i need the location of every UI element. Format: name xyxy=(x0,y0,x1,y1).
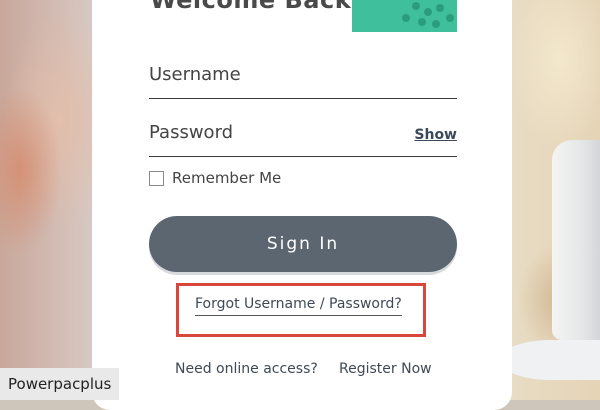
need-access-text: Need online access? xyxy=(175,361,318,377)
sign-in-button[interactable]: Sign In xyxy=(149,216,457,272)
remember-me-row[interactable]: Remember Me xyxy=(149,169,281,187)
show-password-link[interactable]: Show xyxy=(414,127,457,143)
login-card xyxy=(92,0,512,410)
username-field[interactable]: Username xyxy=(149,64,457,99)
register-now-link[interactable]: Register Now xyxy=(339,361,432,377)
brand-logo xyxy=(352,0,457,32)
saucer-image xyxy=(500,340,600,380)
coffee-cup-image xyxy=(552,140,600,340)
remember-me-label[interactable]: Remember Me xyxy=(172,169,281,187)
remember-me-checkbox[interactable] xyxy=(149,170,164,186)
forgot-credentials-link[interactable]: Forgot Username / Password? xyxy=(195,296,402,316)
page-title: Welcome Back! xyxy=(150,0,363,14)
password-field[interactable]: Password Show xyxy=(149,122,457,157)
password-label: Password xyxy=(149,122,234,143)
watermark-label: Powerpacplus xyxy=(0,368,120,400)
username-label: Username xyxy=(149,64,241,85)
